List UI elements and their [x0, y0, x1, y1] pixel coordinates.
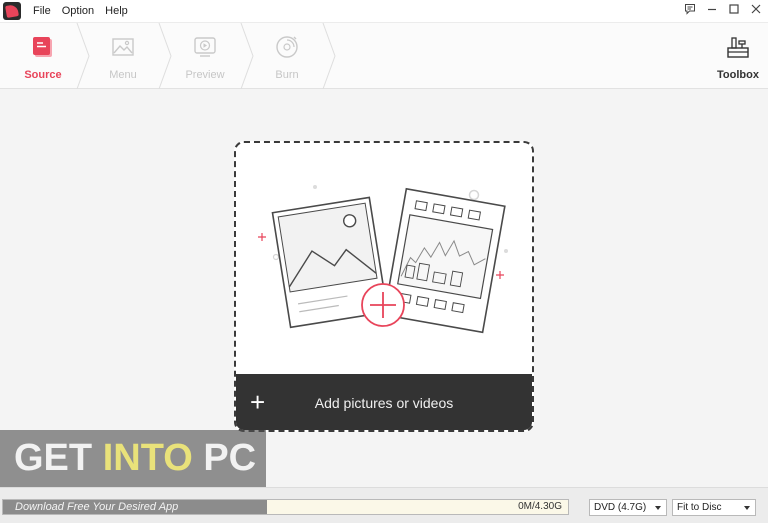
toolbox-label: Toolbox — [717, 69, 759, 81]
toolbox-button[interactable]: Toolbox — [708, 23, 768, 89]
add-media-label: Add pictures or videos — [314, 395, 454, 411]
step-menu-label: Menu — [109, 69, 137, 81]
menu-help[interactable]: Help — [105, 5, 128, 17]
app-logo-icon — [3, 2, 21, 20]
menu-option[interactable]: Option — [62, 5, 94, 17]
add-circle-icon — [361, 283, 405, 327]
media-drop-zone[interactable]: + Add pictures or videos — [234, 141, 534, 432]
step-source[interactable]: Source — [2, 23, 84, 89]
menu-file[interactable]: File — [33, 5, 51, 17]
image-icon — [112, 38, 134, 56]
step-preview-label: Preview — [185, 69, 225, 81]
drop-illustration — [258, 185, 508, 334]
close-icon[interactable] — [750, 3, 762, 15]
watermark: GET INTO PC — [0, 430, 266, 487]
step-source-label: Source — [24, 69, 62, 81]
capacity-readout: 0M/4.30G — [518, 501, 562, 512]
chevron-down-icon — [744, 506, 750, 510]
disc-icon — [276, 36, 298, 58]
feedback-icon[interactable] — [684, 3, 696, 15]
fit-mode-select[interactable]: Fit to Disc — [672, 499, 756, 516]
play-icon — [194, 37, 216, 57]
minimize-icon[interactable] — [706, 3, 718, 15]
toolbox-icon — [727, 37, 749, 58]
step-burn[interactable]: Burn — [246, 23, 328, 89]
step-toolbar: Source Menu Preview Burn Toolbox — [0, 22, 768, 89]
add-media-button[interactable]: + Add pictures or videos — [236, 374, 532, 430]
capacity-bar: Download Free Your Desired App 0M/4.30G — [2, 499, 569, 515]
chevron-down-icon — [655, 506, 661, 510]
window-controls — [684, 3, 762, 15]
watermark-tagline: Download Free Your Desired App — [3, 500, 267, 514]
step-burn-label: Burn — [275, 69, 299, 81]
watermark-text: GET INTO PC — [14, 437, 257, 479]
menu-bar: File Option Help — [0, 0, 768, 22]
step-preview[interactable]: Preview — [164, 23, 246, 89]
maximize-icon[interactable] — [728, 3, 740, 15]
disc-type-select[interactable]: DVD (4.7G) — [589, 499, 667, 516]
step-separator — [322, 23, 336, 89]
document-icon — [33, 37, 52, 57]
disc-type-value: DVD (4.7G) — [594, 502, 647, 513]
fit-mode-value: Fit to Disc — [677, 502, 722, 513]
status-bar: Download Free Your Desired App 0M/4.30G … — [0, 487, 768, 523]
step-menu[interactable]: Menu — [82, 23, 164, 89]
